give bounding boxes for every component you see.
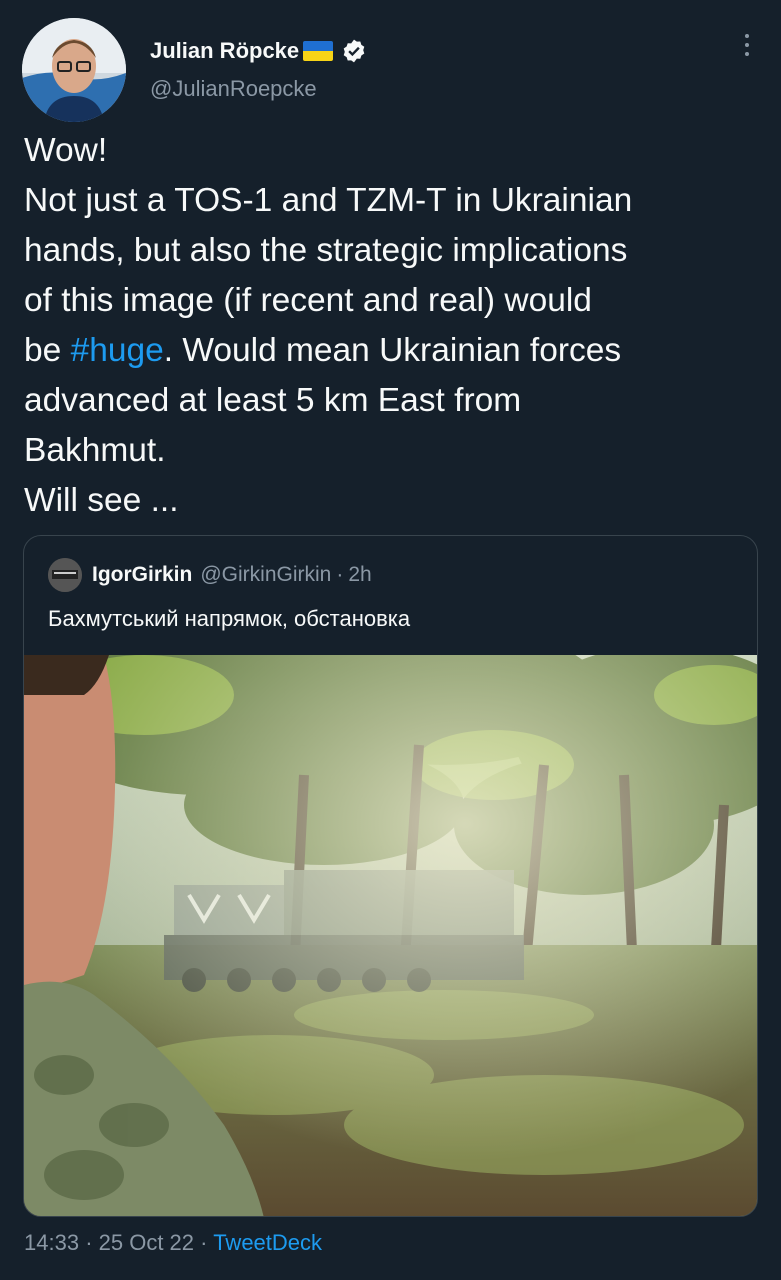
quoted-tweet-image[interactable]	[24, 625, 757, 1216]
tweet-line-text: . Would mean Ukrainian forces	[163, 332, 622, 369]
tweet-time[interactable]: 14:33	[24, 1230, 79, 1255]
quoted-author-avatar[interactable]	[48, 558, 82, 592]
tweet-line: Not just a TOS-1 and TZM-T in Ukrainian	[24, 182, 633, 219]
quoted-author-name[interactable]: IgorGirkin	[92, 563, 192, 587]
separator: ·	[336, 563, 344, 586]
author-display-name[interactable]: Julian Röpcke	[150, 38, 299, 64]
author-handle[interactable]: @JulianRoepcke	[150, 76, 317, 102]
author-avatar[interactable]	[22, 18, 126, 122]
tweet-line: Wow!	[24, 132, 108, 169]
tweet-header: Julian Röpcke @JulianRoepcke	[22, 18, 762, 122]
tweet-line: Will see ...	[24, 482, 179, 519]
quoted-author-handle[interactable]: @GirkinGirkin	[200, 563, 331, 587]
tweet-source-link[interactable]: TweetDeck	[213, 1230, 322, 1255]
tweet-line: hands, but also the strategic implicatio…	[24, 232, 628, 269]
hashtag-link[interactable]: #huge	[71, 332, 164, 369]
more-options-icon[interactable]	[742, 34, 752, 64]
tweet-footer: 14:33 · 25 Oct 22 · TweetDeck	[24, 1230, 322, 1256]
tweet-line: of this image (if recent and real) would	[24, 282, 592, 319]
tweet-date[interactable]: 25 Oct 22	[99, 1230, 194, 1255]
verified-badge-icon	[343, 39, 365, 63]
tweet-line: advanced at least 5 km East from	[24, 382, 522, 419]
quoted-tweet[interactable]: IgorGirkin @GirkinGirkin · 2h Бахмутськи…	[23, 535, 758, 1217]
tweet-line-text: be	[24, 332, 71, 369]
tweet-line-with-hashtag: be #huge. Would mean Ukrainian forces	[24, 326, 764, 376]
separator: ·	[85, 1230, 93, 1255]
ukraine-flag-icon	[303, 41, 334, 61]
quoted-tweet-header: IgorGirkin @GirkinGirkin · 2h	[48, 558, 372, 592]
quoted-timestamp[interactable]: 2h	[348, 563, 371, 587]
separator: ·	[200, 1230, 208, 1255]
tweet-body: Wow! Not just a TOS-1 and TZM-T in Ukrai…	[24, 126, 764, 526]
tweet-line: Bakhmut.	[24, 432, 166, 469]
quoted-tweet-text: Бахмутський напрямок, обстановка	[48, 606, 411, 631]
